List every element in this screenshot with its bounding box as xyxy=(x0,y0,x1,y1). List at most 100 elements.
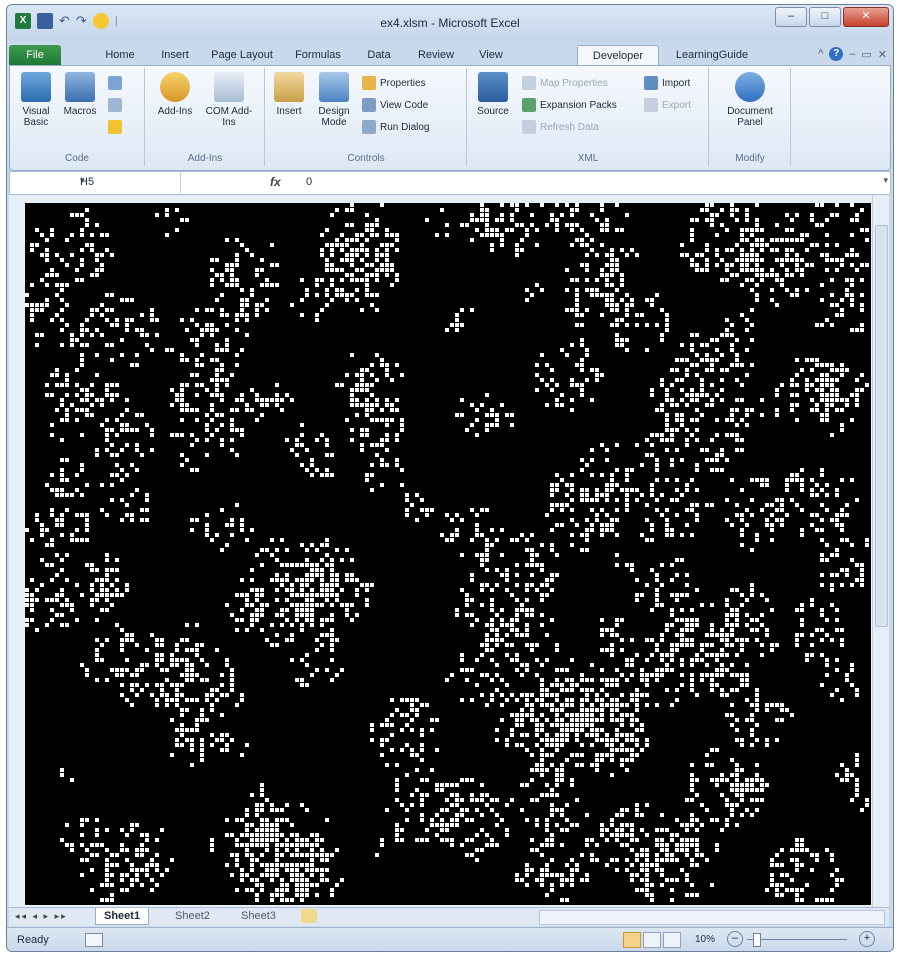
name-box[interactable]: H5 ▾ xyxy=(10,172,181,194)
group-addins-label: Add-Ins xyxy=(187,153,223,164)
group-controls-label: Controls xyxy=(347,153,385,164)
relative-ref-button[interactable] xyxy=(108,98,122,112)
zoom-out-button[interactable]: – xyxy=(727,931,743,947)
doc-close-icon[interactable]: ✕ xyxy=(878,48,887,61)
com-addins-icon xyxy=(214,72,244,102)
source-button[interactable]: Source xyxy=(472,72,514,117)
insert-function-button[interactable]: fx xyxy=(270,175,281,189)
horizontal-scrollbar[interactable] xyxy=(539,910,885,925)
page-break-view-icon[interactable] xyxy=(663,932,681,948)
tab-data[interactable]: Data xyxy=(357,45,401,65)
sheet-tab-bar: ◂◂ ◂ ▸ ▸▸ Sheet1 Sheet2 Sheet3 xyxy=(9,907,889,926)
visual-basic-label: Visual Basic xyxy=(22,106,50,128)
run-dialog-label: Run Dialog xyxy=(380,121,430,133)
status-ready: Ready xyxy=(17,934,49,946)
macros-button[interactable]: Macros xyxy=(58,72,102,117)
visual-basic-button[interactable]: Visual Basic xyxy=(16,72,56,128)
sheet-tab-sheet1[interactable]: Sheet1 xyxy=(95,908,150,925)
zoom-level[interactable]: 10% xyxy=(695,934,715,945)
refresh-data-label: Refresh Data xyxy=(540,121,599,133)
tab-developer[interactable]: Developer xyxy=(577,45,659,66)
view-buttons xyxy=(623,932,681,948)
worksheet-area xyxy=(9,195,889,907)
com-addins-button[interactable]: COM Add-Ins xyxy=(204,72,254,128)
macro-security-button[interactable] xyxy=(108,120,122,134)
design-mode-button[interactable]: Design Mode xyxy=(312,72,356,128)
expand-formula-bar-icon[interactable]: ▾ xyxy=(883,175,888,186)
view-code-button[interactable]: View Code xyxy=(362,98,428,112)
tab-bar-icons: ^ ? – ▭ ✕ xyxy=(818,47,887,61)
record-macro-button[interactable] xyxy=(108,76,122,90)
import-button[interactable]: Import xyxy=(644,76,690,90)
insert-control-label: Insert xyxy=(276,106,302,117)
group-controls: Insert Design Mode Properties View Code … xyxy=(266,68,467,166)
zoom-in-button[interactable]: + xyxy=(859,931,875,947)
document-panel-button[interactable]: Document Panel xyxy=(718,72,782,128)
design-mode-icon xyxy=(319,72,349,102)
visual-basic-icon xyxy=(21,72,51,102)
normal-view-icon[interactable] xyxy=(623,932,641,948)
export-button[interactable]: Export xyxy=(644,98,691,112)
map-properties-label: Map Properties xyxy=(540,77,608,89)
properties-button[interactable]: Properties xyxy=(362,76,426,90)
tab-page-layout[interactable]: Page Layout xyxy=(205,45,279,65)
macro-recording-icon[interactable] xyxy=(85,933,103,947)
worksheet-grid[interactable] xyxy=(25,203,871,905)
zoom-slider-track[interactable] xyxy=(747,939,847,940)
view-code-icon xyxy=(362,98,376,112)
vertical-scrollbar[interactable] xyxy=(872,195,889,907)
addins-button[interactable]: Add-Ins xyxy=(152,72,198,117)
formula-input[interactable]: 0 xyxy=(306,176,312,188)
close-button[interactable]: ✕ xyxy=(843,7,889,27)
insert-control-button[interactable]: Insert xyxy=(270,72,308,117)
name-box-dropdown-icon[interactable]: ▾ xyxy=(80,175,172,186)
group-code-label: Code xyxy=(65,153,89,164)
group-xml: Source Map Properties Expansion Packs Re… xyxy=(468,68,709,166)
sheet-tab-sheet3[interactable]: Sheet3 xyxy=(233,908,284,924)
view-code-label: View Code xyxy=(380,99,429,111)
help-icon[interactable]: ? xyxy=(829,47,844,61)
status-bar: Ready 10% – + xyxy=(7,927,893,951)
tab-file[interactable]: File xyxy=(9,45,61,65)
macros-label: Macros xyxy=(63,106,97,117)
tab-review[interactable]: Review xyxy=(409,45,463,65)
properties-label: Properties xyxy=(380,77,426,89)
tab-insert[interactable]: Insert xyxy=(153,45,197,65)
design-mode-label: Design Mode xyxy=(318,106,350,128)
macros-icon xyxy=(65,72,95,102)
source-label: Source xyxy=(477,106,509,117)
insert-worksheet-icon[interactable] xyxy=(301,909,317,923)
maximize-button[interactable]: □ xyxy=(809,7,841,27)
window-controls: – □ ✕ xyxy=(775,7,889,27)
doc-restore-icon[interactable]: ▭ xyxy=(861,48,871,61)
record-macro-icon xyxy=(108,76,122,90)
insert-control-icon xyxy=(274,72,304,102)
run-dialog-button[interactable]: Run Dialog xyxy=(362,120,429,134)
minimize-button[interactable]: – xyxy=(775,7,807,27)
group-addins: Add-Ins COM Add-Ins Add-Ins xyxy=(146,68,265,166)
ribbon: Visual Basic Macros Code Add-Ins COM Add… xyxy=(9,65,891,171)
relative-reference-icon xyxy=(108,98,122,112)
ribbon-tabs: File Home Insert Page Layout Formulas Da… xyxy=(7,41,893,66)
tab-view[interactable]: View xyxy=(469,45,513,65)
tab-learningguide[interactable]: LearningGuide xyxy=(667,45,757,65)
document-panel-icon xyxy=(735,72,765,102)
properties-icon xyxy=(362,76,376,90)
import-label: Import xyxy=(662,77,691,89)
expansion-packs-button[interactable]: Expansion Packs xyxy=(522,98,617,112)
tab-home[interactable]: Home xyxy=(95,45,145,65)
addins-label: Add-Ins xyxy=(157,106,193,117)
group-modify-label: Modify xyxy=(735,153,765,164)
doc-minimize-icon[interactable]: – xyxy=(849,48,855,60)
source-icon xyxy=(478,72,508,102)
tab-formulas[interactable]: Formulas xyxy=(287,45,349,65)
ribbon-collapse-icon[interactable]: ^ xyxy=(818,48,823,60)
zoom-slider-thumb[interactable] xyxy=(753,933,761,947)
sheet-nav-buttons[interactable]: ◂◂ ◂ ▸ ▸▸ xyxy=(15,911,68,922)
map-properties-button[interactable]: Map Properties xyxy=(522,76,608,90)
sheet-tab-sheet2[interactable]: Sheet2 xyxy=(167,908,218,924)
refresh-data-button[interactable]: Refresh Data xyxy=(522,120,599,134)
page-layout-view-icon[interactable] xyxy=(643,932,661,948)
group-modify: Document Panel Modify xyxy=(710,68,791,166)
vertical-scroll-thumb[interactable] xyxy=(875,225,888,627)
